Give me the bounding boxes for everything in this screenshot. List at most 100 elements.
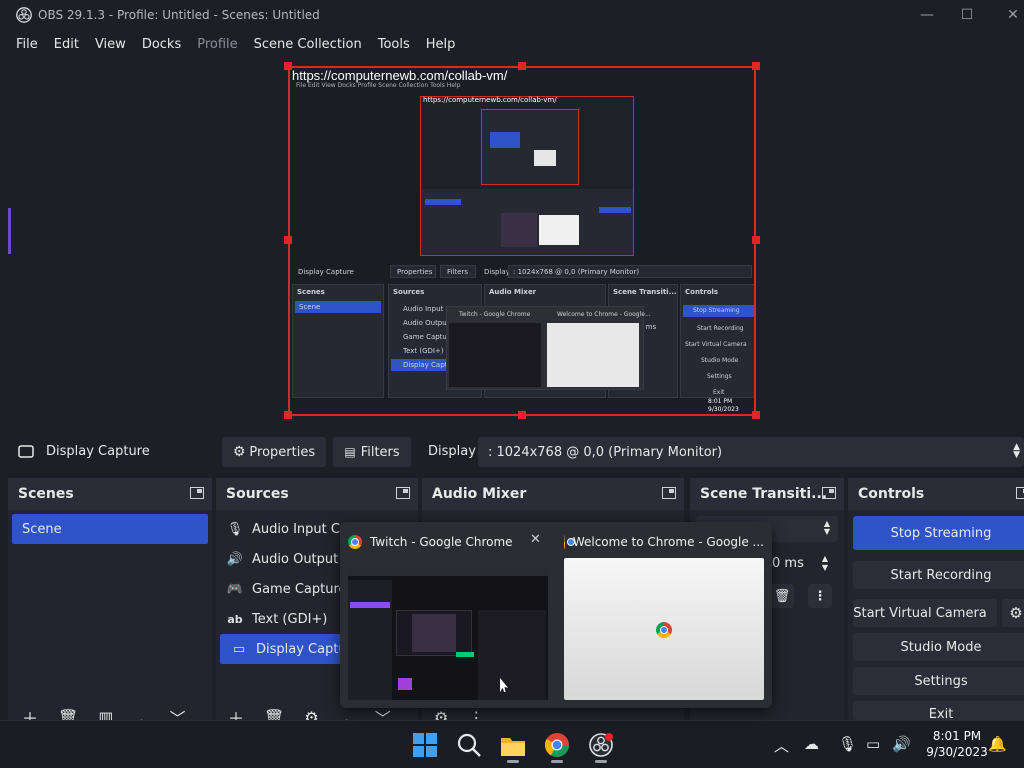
text-icon: ab	[227, 612, 243, 626]
properties-button[interactable]: ⚙ Properties	[222, 437, 326, 467]
nested-sources-title: Sources	[393, 288, 425, 296]
clock-time: 8:01 PM	[932, 729, 982, 743]
menu-view[interactable]: View	[95, 37, 126, 52]
controls-header: Controls	[848, 478, 1024, 510]
clock[interactable]: 8:01 PM 9/30/2023	[918, 728, 996, 760]
scenes-dock-header: Scenes	[8, 478, 212, 510]
stop-streaming-button[interactable]: Stop Streaming	[853, 516, 1024, 550]
nested-ctrl-item: Studio Mode	[701, 357, 739, 364]
studio-mode-button[interactable]: Studio Mode	[853, 633, 1024, 661]
obs-logo-icon	[16, 7, 32, 23]
filters-button[interactable]: ▤ Filters	[333, 437, 411, 467]
nested-controls-dock: Controls Stop Streaming Start Recording …	[680, 284, 754, 398]
close-icon[interactable]: ✕	[530, 532, 541, 547]
gamepad-icon: 🎮	[226, 581, 244, 597]
sources-dock-header: Sources	[216, 478, 418, 510]
menu-tools[interactable]: Tools	[378, 37, 410, 52]
speaker-icon: 🔊	[226, 551, 244, 567]
windows-start-icon[interactable]	[412, 732, 438, 758]
more-icon[interactable]: ⋮	[808, 584, 832, 608]
undock-icon[interactable]	[396, 487, 410, 499]
nested-scenes-dock: Scenes Scene	[292, 284, 384, 398]
settings-button[interactable]: Settings	[853, 667, 1024, 695]
undock-icon[interactable]	[1016, 487, 1024, 499]
nested-ctrl-item: Settings	[707, 373, 732, 380]
source-item-label: Game Capture	[252, 581, 347, 597]
nested-popup-b: Welcome to Chrome - Google...	[557, 311, 651, 318]
preview-canvas[interactable]: https://computernewb.com/collab-vm/ File…	[288, 66, 756, 416]
undock-icon[interactable]	[662, 487, 676, 499]
microphone-icon[interactable]: 🎙	[838, 735, 857, 753]
updown-arrows-icon: ▲ ▼	[823, 519, 830, 536]
transform-handle[interactable]	[284, 411, 292, 419]
nested-ctrl-item: Start Recording	[697, 325, 744, 332]
cloud-icon[interactable]: ☁	[804, 735, 819, 753]
start-virtual-camera-button[interactable]: Start Virtual Camera	[853, 599, 997, 627]
obs-taskbar-icon[interactable]	[588, 732, 614, 758]
nested-popup-a: Twitch - Google Chrome	[459, 311, 531, 318]
nested-source-item: Text (GDI+)	[403, 347, 444, 355]
thumbnail-title: Welcome to Chrome - Google ...	[572, 535, 764, 549]
nested-ctrl-item: Stop Streaming	[693, 307, 740, 314]
undock-icon[interactable]	[822, 487, 836, 499]
start-virtual-camera-label: Start Virtual Camera	[853, 605, 987, 621]
search-icon[interactable]	[456, 732, 482, 758]
selected-source-name: Display Capture	[46, 444, 150, 459]
preview-url-text: https://computernewb.com/collab-vm/	[292, 68, 508, 83]
network-icon[interactable]: ▭	[866, 735, 880, 753]
trash-icon[interactable]: 🗑	[770, 584, 794, 608]
menu-profile[interactable]: Profile	[197, 37, 237, 52]
properties-label: Properties	[249, 444, 316, 460]
source-item-label: Text (GDI+)	[252, 611, 328, 627]
transform-handle[interactable]	[752, 411, 760, 419]
transitions-header: Scene Transiti...	[690, 478, 844, 510]
chrome-icon	[656, 622, 672, 638]
welcome-window-thumbnail[interactable]	[564, 558, 764, 700]
transform-handle[interactable]	[752, 62, 760, 70]
thumbnail-header-welcome[interactable]: Welcome to Chrome - Google ...	[564, 532, 764, 552]
display-label: Display	[428, 444, 476, 459]
running-indicator	[507, 760, 519, 763]
close-button[interactable]: ✕	[990, 0, 1024, 30]
gear-icon: ⚙	[232, 444, 246, 460]
nested-properties-button: Properties	[390, 265, 436, 278]
monitor-icon: ▭	[232, 641, 246, 657]
twitch-window-thumbnail[interactable]	[348, 566, 548, 700]
menu-file[interactable]: File	[16, 37, 38, 52]
chrome-icon[interactable]	[544, 732, 570, 758]
window-title: OBS 29.1.3 - Profile: Untitled - Scenes:…	[38, 8, 320, 22]
menu-edit[interactable]: Edit	[54, 37, 79, 52]
scene-item[interactable]: Scene	[12, 514, 208, 544]
nested-display-combo: : 1024x768 @ 0,0 (Primary Monitor)	[508, 265, 752, 278]
menu-scene-collection[interactable]: Scene Collection	[254, 37, 362, 52]
transform-handle[interactable]	[284, 62, 292, 70]
chevron-up-icon[interactable]: ︿	[774, 735, 789, 756]
nested-display-value: : 1024x768 @ 0,0 (Primary Monitor)	[513, 268, 640, 276]
transform-handle[interactable]	[752, 236, 760, 244]
taskbar-thumbnail-popup: Twitch - Google Chrome ✕ Welcome to Chro…	[340, 522, 772, 708]
controls-title: Controls	[858, 486, 925, 502]
nested-display-label: Display	[484, 268, 510, 276]
virtual-camera-settings-gear-icon[interactable]: ⚙	[1002, 599, 1024, 627]
start-recording-button[interactable]: Start Recording	[853, 561, 1024, 589]
transform-handle[interactable]	[284, 236, 292, 244]
display-select[interactable]: : 1024x768 @ 0,0 (Primary Monitor) ▲ ▼	[478, 437, 1024, 467]
transform-handle[interactable]	[518, 411, 526, 419]
maximize-button[interactable]: ☐	[944, 0, 990, 30]
exit-button[interactable]: Exit	[853, 701, 1024, 720]
nested-ctrl-item: Exit	[713, 389, 725, 396]
folder-icon[interactable]	[500, 732, 526, 758]
volume-icon[interactable]: 🔊	[892, 735, 911, 753]
menu-help[interactable]: Help	[426, 37, 456, 52]
thumbnail-header-twitch[interactable]: Twitch - Google Chrome	[348, 532, 513, 552]
undock-icon[interactable]	[190, 487, 204, 499]
running-indicator	[551, 760, 563, 763]
preview-edge-marker	[8, 208, 11, 254]
display-select-value: : 1024x768 @ 0,0 (Primary Monitor)	[488, 444, 723, 460]
transform-handle[interactable]	[518, 62, 526, 70]
menu-docks[interactable]: Docks	[142, 37, 181, 52]
running-indicator	[595, 760, 607, 763]
mic-icon: 🎙	[226, 521, 244, 537]
notification-bell-icon[interactable]: 🔔	[988, 735, 1007, 753]
nested-controls-title: Controls	[685, 288, 719, 296]
